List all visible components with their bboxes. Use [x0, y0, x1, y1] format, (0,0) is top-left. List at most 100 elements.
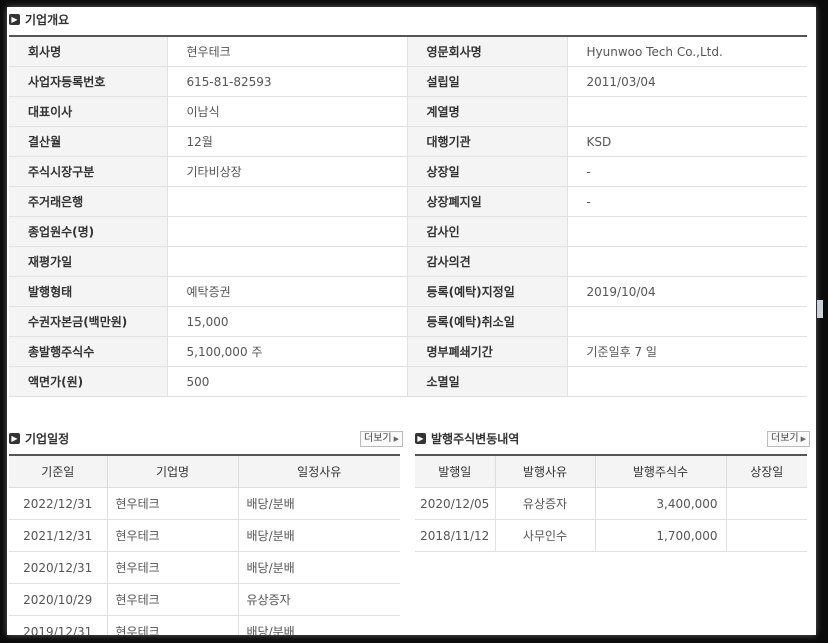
- table-cell: 2020/10/29: [9, 583, 108, 616]
- table-cell: 유상증자: [238, 583, 400, 616]
- table-cell: 배당/분배: [238, 487, 400, 520]
- overview-section-title: ▶ 기업개요: [9, 9, 69, 29]
- overview-label: 재평가일: [9, 246, 168, 277]
- table-cell: 2021/12/31: [9, 519, 108, 552]
- overview-row: 회사명 현우테크 영문회사명 Hyunwoo Tech Co.,Ltd.: [9, 36, 807, 67]
- table-cell: 현우테크: [107, 487, 239, 520]
- overview-label: 발행형태: [9, 276, 168, 307]
- overview-value: 현우테크: [167, 36, 408, 67]
- caret-right-icon: ▶: [393, 435, 399, 443]
- table-cell: 배당/분배: [238, 551, 400, 584]
- table-cell: 2019/12/31: [9, 615, 108, 635]
- table-cell: 배당/분배: [238, 615, 400, 635]
- table-cell: 사무인수: [495, 519, 596, 552]
- overview-row: 주식시장구분 기타비상장 상장일 -: [9, 156, 807, 187]
- table-cell: [726, 519, 807, 552]
- schedule-column-header: 기준일: [9, 455, 108, 488]
- chevron-right-icon: ▶: [9, 432, 20, 444]
- overview-value: KSD: [567, 126, 807, 157]
- overview-label: 수권자본금(백만원): [9, 306, 168, 337]
- share_changes-column-header: 발행일: [415, 455, 496, 488]
- share-changes-section-title: ▶ 발행주식변동내역: [415, 428, 519, 448]
- overview-value: 15,000: [167, 306, 408, 337]
- overview-label: 영문회사명: [407, 36, 568, 67]
- overview-value: [567, 366, 807, 397]
- table-cell: 3,400,000: [595, 487, 727, 520]
- overview-row: 수권자본금(백만원) 15,000 등록(예탁)취소일: [9, 306, 807, 337]
- overview-value: [167, 216, 408, 247]
- overview-label: 회사명: [9, 36, 168, 67]
- overview-value: [567, 96, 807, 127]
- table-cell: 현우테크: [107, 583, 239, 616]
- table-row: 2021/12/31 현우테크 배당/분배: [9, 519, 400, 552]
- overview-value: 615-81-82593: [167, 66, 408, 97]
- overview-label: 액면가(원): [9, 366, 168, 397]
- overview-label: 대표이사: [9, 96, 168, 127]
- overview-value: [567, 216, 807, 247]
- table-cell: 2020/12/31: [9, 551, 108, 584]
- overview-value: 500: [167, 366, 408, 397]
- overview-row: 주거래은행 상장폐지일 -: [9, 186, 807, 217]
- overview-label: 결산월: [9, 126, 168, 157]
- overview-label: 주식시장구분: [9, 156, 168, 187]
- overview-value: 예탁증권: [167, 276, 408, 307]
- table-row: 2022/12/31 현우테크 배당/분배: [9, 487, 400, 520]
- overview-value: -: [567, 186, 807, 217]
- overview-row: 사업자등록번호 615-81-82593 설립일 2011/03/04: [9, 66, 807, 97]
- chevron-right-icon: ▶: [9, 13, 20, 25]
- table-row: 2020/12/05 유상증자 3,400,000: [415, 487, 807, 520]
- overview-label: 총발행주식수: [9, 336, 168, 367]
- schedule-title: 기업일정: [25, 431, 70, 446]
- overview-value: [167, 246, 408, 277]
- table-cell: 유상증자: [495, 487, 596, 520]
- table-cell: [726, 487, 807, 520]
- table-cell: 1,700,000: [595, 519, 727, 552]
- overview-value: Hyunwoo Tech Co.,Ltd.: [567, 36, 807, 67]
- overview-label: 대행기관: [407, 126, 568, 157]
- overview-title: 기업개요: [25, 12, 70, 27]
- table-cell: 2020/12/05: [415, 487, 496, 520]
- share_changes-column-header: 발행사유: [495, 455, 596, 488]
- overview-value: 기준일후 7 일: [567, 336, 807, 367]
- table-row: 2020/10/29 현우테크 유상증자: [9, 583, 400, 616]
- overview-value: 기타비상장: [167, 156, 408, 187]
- schedule-section-title: ▶ 기업일정: [9, 428, 69, 448]
- overview-value: [167, 186, 408, 217]
- scrollbar-thumb[interactable]: [817, 300, 823, 318]
- overview-label: 상장폐지일: [407, 186, 568, 217]
- overview-label: 등록(예탁)취소일: [407, 306, 568, 337]
- overview-label: 소멸일: [407, 366, 568, 397]
- schedule-column-header: 일정사유: [238, 455, 400, 488]
- overview-row: 액면가(원) 500 소멸일: [9, 366, 807, 397]
- overview-row: 대표이사 이남식 계열명: [9, 96, 807, 127]
- overview-value: -: [567, 156, 807, 187]
- overview-value: 2011/03/04: [567, 66, 807, 97]
- overview-row: 재평가일 감사의견: [9, 246, 807, 277]
- overview-label: 계열명: [407, 96, 568, 127]
- share-changes-title: 발행주식변동내역: [431, 431, 520, 446]
- overview-label: 사업자등록번호: [9, 66, 168, 97]
- overview-value: [567, 306, 807, 337]
- overview-table: 회사명 현우테크 영문회사명 Hyunwoo Tech Co.,Ltd. 사업자등록번호…: [9, 35, 807, 397]
- schedule-more-button[interactable]: 더보기 ▶: [360, 431, 403, 447]
- company-info-panel: ▶ 기업개요 회사명 현우테크 영문회사명 Hyunwoo Tech Co.,Ltd.…: [7, 7, 816, 635]
- schedule-column-header: 기업명: [107, 455, 239, 488]
- table-cell: 현우테크: [107, 519, 239, 552]
- overview-row: 종업원수(명) 감사인: [9, 216, 807, 247]
- share-changes-more-button[interactable]: 더보기 ▶: [767, 431, 810, 447]
- overview-label: 설립일: [407, 66, 568, 97]
- table-row: 2018/11/12 사무인수 1,700,000: [415, 519, 807, 552]
- table-cell: 2022/12/31: [9, 487, 108, 520]
- overview-row: 결산월 12월 대행기관 KSD: [9, 126, 807, 157]
- overview-label: 명부폐쇄기간: [407, 336, 568, 367]
- overview-label: 감사의견: [407, 246, 568, 277]
- schedule-table: 기준일 기업명 일정사유 2022/12/31 현우테크 배당/분배 2021/12/31…: [9, 454, 400, 635]
- table-cell: 배당/분배: [238, 519, 400, 552]
- table-row: 2020/12/31 현우테크 배당/분배: [9, 551, 400, 584]
- overview-label: 등록(예탁)지정일: [407, 276, 568, 307]
- share-changes-table: 발행일 발행사유 발행주식수 상장일 2020/12/05 유상증자 3,400,000 2…: [415, 454, 807, 552]
- table-row: 2019/12/31 현우테크 배당/분배: [9, 615, 400, 635]
- overview-row: 발행형태 예탁증권 등록(예탁)지정일 2019/10/04: [9, 276, 807, 307]
- table-cell: 현우테크: [107, 615, 239, 635]
- table-cell: 2018/11/12: [415, 519, 496, 552]
